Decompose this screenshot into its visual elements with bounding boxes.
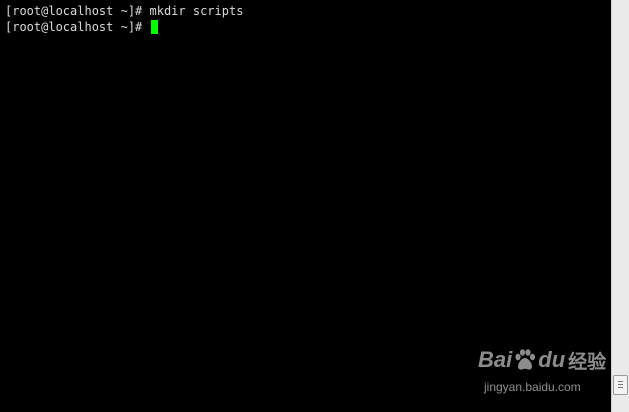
baidu-paw-icon <box>515 349 536 370</box>
baidu-jingyan-watermark: Bai du 经验 jingyan.baidu.com <box>478 342 608 402</box>
text-cursor <box>150 20 158 34</box>
shell-prompt: [root@localhost ~]# <box>5 4 143 18</box>
scrollbar-thumb[interactable] <box>613 375 628 395</box>
vertical-scrollbar[interactable] <box>611 0 629 412</box>
shell-prompt: [root@localhost ~]# <box>5 20 143 34</box>
terminal-line: [root@localhost ~]# <box>5 19 611 35</box>
watermark-brand-right: du <box>538 347 566 372</box>
watermark-url: jingyan.baidu.com <box>484 380 581 394</box>
terminal-line: [root@localhost ~]# mkdir scripts <box>5 3 611 19</box>
watermark-product: 经验 <box>568 351 607 373</box>
grip-lines-icon <box>618 381 623 382</box>
command-input[interactable] <box>142 20 149 34</box>
watermark-brand-left: Bai <box>478 347 513 372</box>
watermark-logo: Bai du 经验 <box>478 342 606 378</box>
command-text: mkdir scripts <box>142 4 244 18</box>
terminal-window: [root@localhost ~]# mkdir scripts [root@… <box>0 0 629 412</box>
